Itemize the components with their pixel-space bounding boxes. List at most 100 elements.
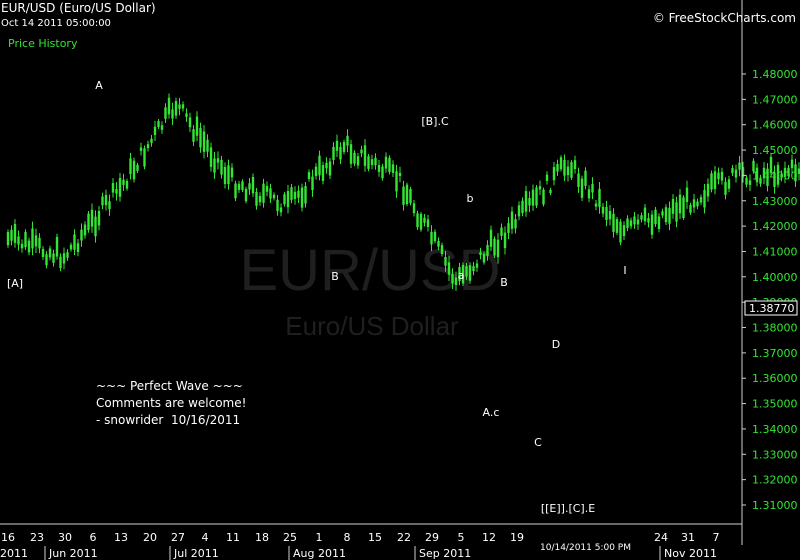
candle-body <box>248 183 251 190</box>
candle-body <box>633 216 636 225</box>
candle-body <box>346 135 349 146</box>
x-month-label: Aug 2011 <box>293 547 346 560</box>
candle-body <box>671 198 675 214</box>
candle-body <box>696 201 699 207</box>
candle-body <box>87 213 90 231</box>
candle-body <box>591 183 594 193</box>
x-day-label: 25 <box>283 531 297 544</box>
candle-body <box>55 236 59 257</box>
candle-body <box>570 162 573 178</box>
candle-body <box>440 245 444 255</box>
candle-body <box>94 216 97 237</box>
candle-body <box>713 171 717 190</box>
candle-body <box>171 109 174 119</box>
candle-body <box>293 191 297 200</box>
wave-label: a <box>458 269 465 282</box>
candle-body <box>290 187 293 200</box>
wave-label: C <box>534 436 542 449</box>
candle-body <box>468 265 472 281</box>
candle-body <box>45 254 48 266</box>
candle-body <box>601 206 605 214</box>
candle-body <box>500 227 503 236</box>
candle-body <box>276 199 279 212</box>
candle-body <box>132 160 136 180</box>
candle-body <box>685 187 689 202</box>
annotation-note: ~~~ Perfect Wave ~~~ Comments are welcom… <box>96 378 246 429</box>
candle-body <box>489 229 493 247</box>
candle-body <box>311 176 314 191</box>
candle-body <box>433 231 437 242</box>
candle-body <box>258 195 262 203</box>
candle-body <box>83 224 87 236</box>
candle-body <box>451 273 454 284</box>
candle-body <box>353 152 356 164</box>
candle-body <box>699 197 703 203</box>
watermark: EUR/USDEuro/US Dollar <box>239 238 500 341</box>
candle-body <box>73 234 76 250</box>
candle-body <box>388 157 391 172</box>
candle-body <box>97 210 101 226</box>
candle-body <box>556 163 559 172</box>
candle-body <box>647 218 650 223</box>
candle-body <box>384 156 388 169</box>
candle-body <box>10 229 13 241</box>
candle-body <box>104 195 108 206</box>
candle-body <box>363 145 367 166</box>
candle-body <box>367 156 370 169</box>
indicator-label[interactable]: Price History <box>8 37 77 50</box>
candle-body <box>300 187 304 208</box>
candle-body <box>115 189 118 194</box>
x-month-label: Sep 2011 <box>419 547 471 560</box>
candle-body <box>605 206 608 220</box>
candle-body <box>493 238 496 256</box>
candle-body <box>62 253 66 264</box>
wave-label: [A] <box>7 277 23 290</box>
candle-body <box>482 253 486 263</box>
candle-body <box>412 203 416 214</box>
x-day-label: 16 <box>1 531 15 544</box>
candle-body <box>706 183 710 197</box>
candle-body <box>374 157 377 166</box>
y-tick-label: 1.41000 <box>752 245 798 258</box>
y-tick-label: 1.35000 <box>752 398 798 411</box>
x-month-label: Nov 2011 <box>664 547 717 560</box>
candle-body <box>325 162 328 169</box>
candle-body <box>101 196 104 206</box>
candle-body <box>6 232 10 246</box>
candle-body <box>206 139 209 152</box>
cursor-date-label: 10/14/2011 5:00 PM <box>540 543 631 553</box>
candle-body <box>202 131 206 152</box>
candle-body <box>150 138 153 143</box>
wave-label: A.c <box>483 406 500 419</box>
candle-body <box>318 155 321 176</box>
candle-body <box>244 188 248 202</box>
candle-body <box>395 171 398 192</box>
candle-body <box>615 219 619 233</box>
candle-body <box>668 207 671 224</box>
candle-body <box>580 178 584 198</box>
candle-body <box>17 236 20 245</box>
price-chart[interactable]: EUR/USDEuro/US Dollar [A] A B [B].C b a B A.c C D… <box>0 0 800 560</box>
candle-body <box>657 216 661 230</box>
candle-body <box>356 156 360 166</box>
candle-body <box>216 158 220 163</box>
candle-body <box>146 144 150 149</box>
candle-body <box>720 171 724 181</box>
candle-body <box>426 219 430 228</box>
y-tick-label: 1.48000 <box>752 68 798 81</box>
brand-label[interactable]: © FreeStockCharts.com <box>653 11 796 25</box>
candle-body <box>66 252 69 258</box>
candle-body <box>328 161 332 176</box>
candle-body <box>622 225 626 237</box>
candle-body <box>262 183 265 203</box>
candle-body <box>59 256 62 269</box>
candle-body <box>734 169 738 178</box>
candle-body <box>241 181 244 191</box>
candle-body <box>38 237 41 249</box>
y-tick-label: 1.47000 <box>752 93 798 106</box>
x-axis: 16 23 30 6 13 20 27 4 11 18 25 1 8 15 22 29 5 12 19 24 31 720… <box>0 523 742 560</box>
candle-body <box>692 199 696 208</box>
candle-body <box>402 186 405 205</box>
y-tick-label: 1.36000 <box>752 372 798 385</box>
candle-body <box>510 211 514 229</box>
